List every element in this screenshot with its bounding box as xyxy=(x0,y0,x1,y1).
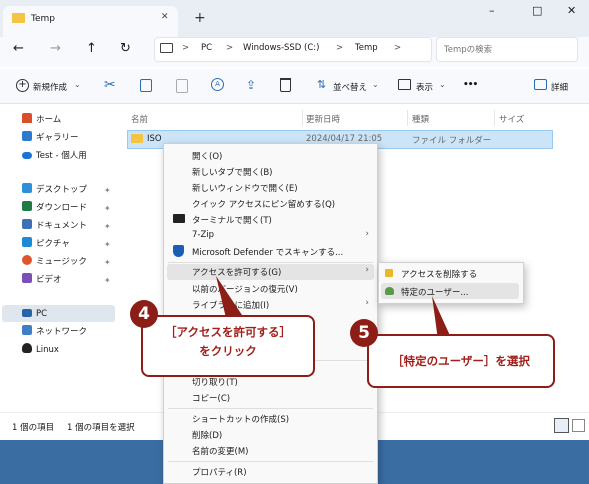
callout4-pointer xyxy=(216,276,244,318)
callout-step-5: ［特定のユーザー］を選択 xyxy=(367,334,555,388)
callout4-line2: をクリック xyxy=(199,344,257,358)
step-4-badge: 4 xyxy=(130,300,158,328)
callout-step-4: ［アクセスを許可する］ をクリック xyxy=(141,315,315,377)
callout4-line1: ［アクセスを許可する］ xyxy=(165,325,291,339)
annotation-pointers xyxy=(216,276,452,340)
step-5-badge: 5 xyxy=(350,319,378,347)
callout5-text: ［特定のユーザー］を選択 xyxy=(392,354,530,368)
